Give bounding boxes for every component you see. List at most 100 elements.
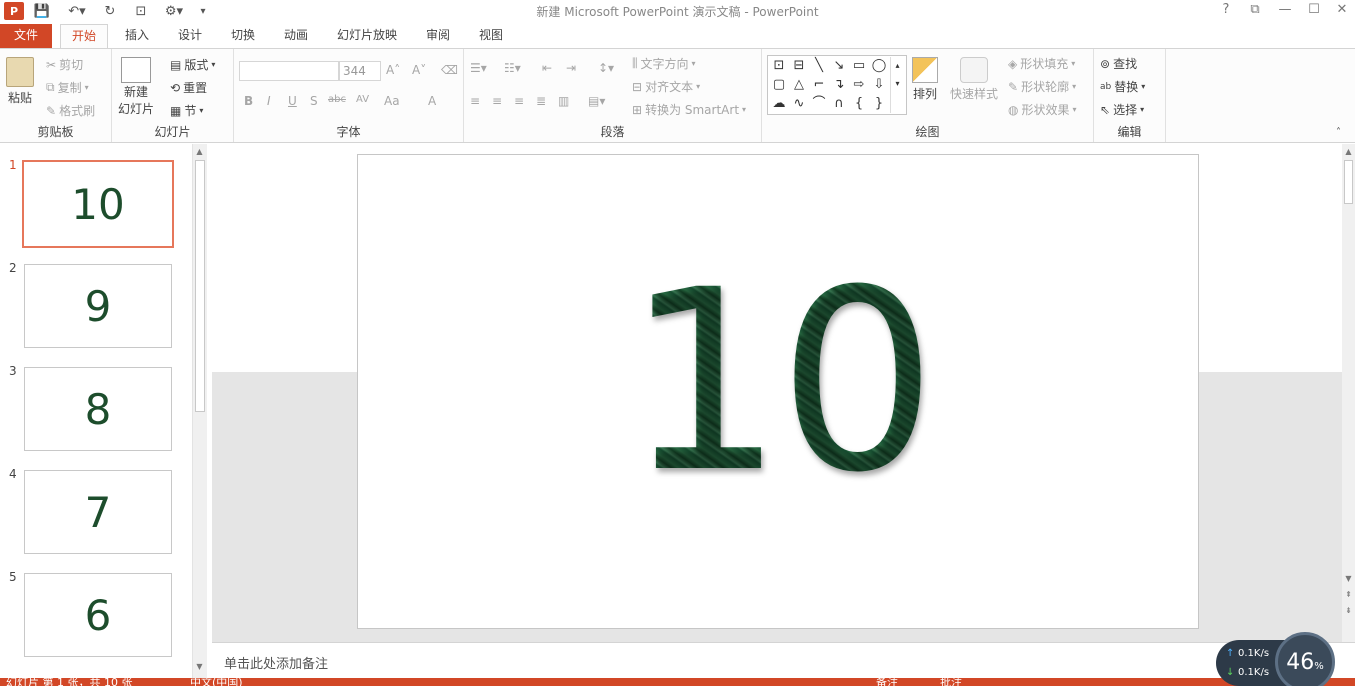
char-spacing-button[interactable]: AV: [356, 94, 369, 105]
replace-button[interactable]: ab 替换 ▾: [1100, 78, 1145, 95]
thumbnail-scrollbar[interactable]: ▲ ▼: [192, 144, 207, 678]
left-brace-shape-icon[interactable]: {: [850, 95, 868, 113]
tab-animations[interactable]: 动画: [274, 24, 318, 48]
underline-button[interactable]: U: [288, 94, 297, 108]
cut-button[interactable]: ✂ 剪切: [46, 56, 83, 73]
text-direction-button[interactable]: ⫼ 文字方向 ▾: [632, 55, 696, 72]
scrollbar-thumb[interactable]: [195, 160, 205, 412]
change-case-button[interactable]: Aa: [384, 94, 400, 108]
vertical-textbox-shape-icon[interactable]: ⊟: [790, 57, 808, 75]
memory-usage-gauge[interactable]: 46%: [1275, 632, 1335, 686]
previous-slide-icon[interactable]: ⇞: [1342, 590, 1355, 599]
shape-fill-button[interactable]: ◈ 形状填充 ▾: [1008, 55, 1075, 72]
new-slide-button[interactable]: 新建 幻灯片: [118, 57, 154, 117]
shapes-gallery[interactable]: ⊡ ⊟ ╲ ↘ ▭ ◯ ▢ △ ⌐ ↴ ⇨ ⇩ ☁ ∿ ⌒ ∩ { } ▴ ▾: [767, 55, 907, 115]
rounded-rect-shape-icon[interactable]: ▢: [770, 76, 788, 94]
scroll-down-icon[interactable]: ▼: [1342, 574, 1355, 583]
scroll-up-icon[interactable]: ▲: [193, 147, 206, 156]
tab-slideshow[interactable]: 幻灯片放映: [330, 24, 404, 48]
font-name-combo[interactable]: [239, 61, 339, 81]
align-left-button[interactable]: ≡: [470, 94, 480, 108]
ribbon-display-button[interactable]: ⧉: [1245, 2, 1265, 20]
smartart-button[interactable]: ⊞ 转换为 SmartArt ▾: [632, 101, 746, 118]
reset-button[interactable]: ⟲ 重置: [170, 79, 207, 96]
columns-button[interactable]: ▤▾: [588, 94, 605, 108]
arrange-button[interactable]: 排列: [912, 57, 938, 102]
shadow-button[interactable]: S: [310, 94, 318, 108]
copy-button[interactable]: ⧉ 复制 ▾: [46, 79, 89, 96]
font-color-button[interactable]: A: [428, 94, 436, 108]
scroll-up-icon[interactable]: ▲: [1342, 147, 1355, 156]
find-button[interactable]: ⊚ 查找: [1100, 55, 1137, 72]
collapse-ribbon-icon[interactable]: ˄: [1336, 127, 1341, 138]
help-button[interactable]: ?: [1216, 2, 1236, 20]
next-slide-icon[interactable]: ⇟: [1342, 606, 1355, 615]
quick-styles-button[interactable]: 快速样式: [950, 57, 998, 102]
slide-thumbnail-4[interactable]: 7: [24, 470, 172, 554]
freeform-shape-icon[interactable]: ☁: [770, 95, 788, 113]
language-status[interactable]: 中文(中国): [190, 678, 243, 686]
tab-transitions[interactable]: 切换: [221, 24, 265, 48]
notes-placeholder[interactable]: 单击此处添加备注: [224, 653, 328, 672]
numbering-button[interactable]: ☷▾: [504, 61, 521, 75]
line-shape-icon[interactable]: ╲: [810, 57, 828, 75]
font-size-combo[interactable]: 344: [339, 61, 381, 81]
line-spacing-button[interactable]: ↕▾: [598, 61, 614, 75]
arrow-line-shape-icon[interactable]: ↘: [830, 57, 848, 75]
clear-format-button[interactable]: ⌫: [441, 63, 458, 77]
tab-view[interactable]: 视图: [469, 24, 513, 48]
layout-button[interactable]: ▤ 版式 ▾: [170, 56, 215, 73]
shape-outline-button[interactable]: ✎ 形状轮廓 ▾: [1008, 78, 1076, 95]
section-button[interactable]: ▦ 节 ▾: [170, 102, 203, 119]
justify-button[interactable]: ≣: [536, 94, 546, 108]
strikethrough-button[interactable]: abc: [328, 94, 346, 105]
bold-button[interactable]: B: [244, 94, 253, 108]
curve-shape-icon[interactable]: ∿: [790, 95, 808, 113]
shrink-font-button[interactable]: A˅: [412, 63, 426, 77]
tab-design[interactable]: 设计: [168, 24, 212, 48]
slide-thumbnail-1[interactable]: 10: [22, 160, 174, 248]
arc-shape-icon[interactable]: ⌒: [810, 95, 828, 113]
comments-button[interactable]: 批注: [940, 678, 962, 686]
notes-button[interactable]: 备注: [876, 678, 898, 686]
increase-indent-button[interactable]: ⇥: [566, 61, 576, 75]
align-right-button[interactable]: ≡: [514, 94, 524, 108]
elbow-connector-shape-icon[interactable]: ⌐: [810, 76, 828, 94]
editor-scrollbar[interactable]: ▲ ▼ ⇞ ⇟: [1342, 144, 1355, 642]
scrollbar-thumb[interactable]: [1344, 160, 1353, 204]
paste-button[interactable]: 粘贴: [6, 57, 34, 106]
close-button[interactable]: ✕: [1332, 2, 1352, 20]
format-painter-button[interactable]: ✎ 格式刷: [46, 102, 95, 119]
align-text-button[interactable]: ⊟ 对齐文本 ▾: [632, 78, 700, 95]
italic-button[interactable]: I: [267, 94, 271, 108]
slide-thumbnail-5[interactable]: 6: [24, 573, 172, 657]
tab-home[interactable]: 开始: [60, 24, 108, 48]
down-arrow-shape-icon[interactable]: ⇩: [870, 76, 888, 94]
tab-review[interactable]: 审阅: [416, 24, 460, 48]
grow-font-button[interactable]: A˄: [386, 63, 400, 77]
oval-shape-icon[interactable]: ◯: [870, 57, 888, 75]
scroll-down-icon[interactable]: ▼: [193, 662, 206, 671]
align-center-button[interactable]: ≡: [492, 94, 502, 108]
select-button[interactable]: ⇖ 选择 ▾: [1100, 101, 1144, 118]
tab-insert[interactable]: 插入: [115, 24, 159, 48]
rectangle-shape-icon[interactable]: ▭: [850, 57, 868, 75]
minimize-button[interactable]: —: [1275, 2, 1295, 20]
bullets-button[interactable]: ☰▾: [470, 61, 487, 75]
triangle-shape-icon[interactable]: △: [790, 76, 808, 94]
notes-pane[interactable]: 单击此处添加备注: [212, 642, 1355, 678]
slide-text[interactable]: 10: [625, 236, 937, 527]
distributed-button[interactable]: ▥: [558, 94, 569, 108]
current-slide[interactable]: 10: [357, 154, 1199, 629]
right-brace-shape-icon[interactable]: }: [870, 95, 888, 113]
decrease-indent-button[interactable]: ⇤: [542, 61, 552, 75]
right-arrow-shape-icon[interactable]: ⇨: [850, 76, 868, 94]
tab-file[interactable]: 文件: [0, 24, 52, 48]
wave-shape-icon[interactable]: ∩: [830, 95, 848, 113]
slide-thumbnail-3[interactable]: 8: [24, 367, 172, 451]
shape-effects-button[interactable]: ◍ 形状效果 ▾: [1008, 101, 1077, 118]
maximize-button[interactable]: ☐: [1304, 2, 1324, 20]
slide-thumbnail-2[interactable]: 9: [24, 264, 172, 348]
textbox-shape-icon[interactable]: ⊡: [770, 57, 788, 75]
elbow-arrow-shape-icon[interactable]: ↴: [830, 76, 848, 94]
